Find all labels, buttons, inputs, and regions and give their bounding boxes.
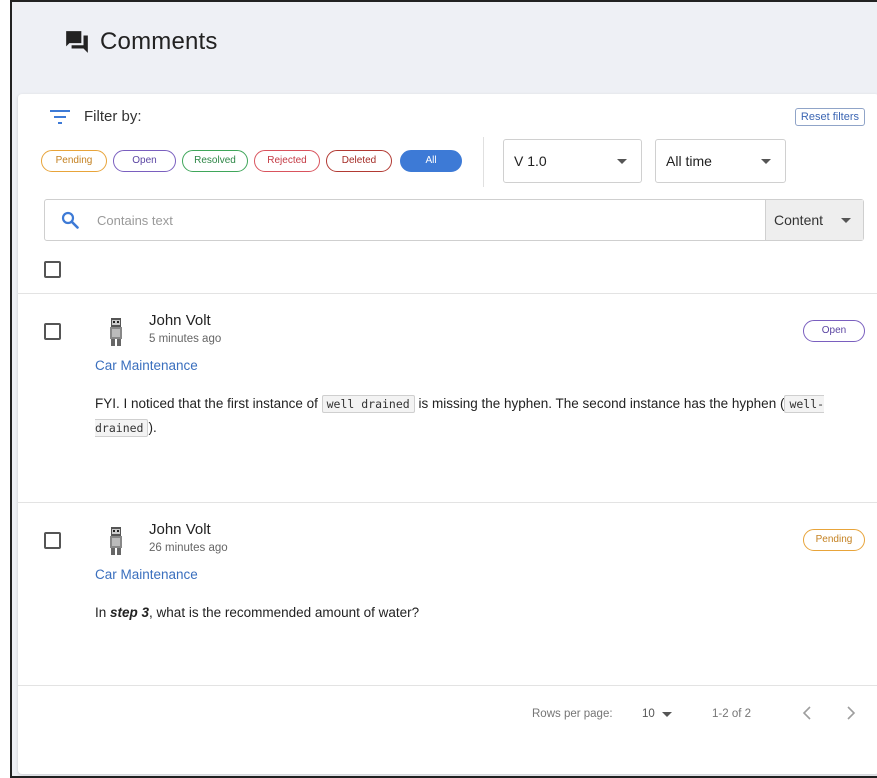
comment-body: FYI. I noticed that the first instance o…: [95, 392, 865, 440]
code-snippet: well drained: [321, 395, 415, 413]
chevron-down-icon[interactable]: [662, 712, 672, 717]
rows-per-page-label: Rows per page:: [532, 708, 613, 720]
chevron-right-icon[interactable]: [845, 704, 857, 722]
timespan-select[interactable]: All time: [655, 139, 786, 183]
comment-timestamp: 26 minutes ago: [149, 542, 228, 554]
search-input[interactable]: [97, 200, 737, 240]
search-bar: Content: [44, 199, 864, 241]
filter-label: Filter by:: [84, 108, 142, 125]
page-header: Comments: [12, 2, 877, 92]
status-badge: Open: [803, 320, 865, 342]
search-icon: [61, 211, 79, 229]
version-select[interactable]: V 1.0: [503, 139, 642, 183]
chip-all[interactable]: All: [400, 150, 462, 172]
chip-rejected[interactable]: Rejected: [254, 150, 320, 172]
comment-item: John Volt 5 minutes ago Car Maintenance …: [18, 294, 877, 501]
chevron-left-icon[interactable]: [801, 704, 813, 722]
chevron-down-icon: [617, 159, 627, 164]
comment-text: , what is the recommended amount of wate…: [149, 605, 420, 620]
divider: [18, 685, 877, 686]
rows-per-page-select[interactable]: 10: [642, 708, 655, 720]
status-filter-chips: Pending Open Resolved Rejected Deleted A…: [41, 150, 462, 172]
timespan-value: All time: [666, 153, 712, 169]
comment-timestamp: 5 minutes ago: [149, 333, 222, 345]
comment-body: In step 3, what is the recommended amoun…: [95, 601, 865, 625]
chevron-down-icon: [841, 218, 851, 223]
comment-text: is missing the hyphen. The second instan…: [414, 396, 785, 411]
filter-header: Filter by:: [50, 108, 142, 125]
comment-document-link[interactable]: Car Maintenance: [95, 358, 198, 373]
filter-divider: [483, 137, 484, 187]
reset-filters-button[interactable]: Reset filters: [794, 108, 865, 126]
page-title: Comments: [100, 28, 218, 55]
comment-text: ).: [148, 420, 157, 435]
comment-item: John Volt 26 minutes ago Car Maintenance…: [18, 503, 877, 710]
comment-text: FYI. I noticed that the first instance o…: [95, 396, 322, 411]
comments-panel: Comments Filter by: Reset filters Pendin…: [10, 0, 877, 778]
pagination: Rows per page: 10 1-2 of 2: [18, 688, 877, 738]
search-scope-value: Content: [774, 212, 824, 228]
comments-card: Filter by: Reset filters Pending Open Re…: [18, 94, 877, 774]
avatar: [110, 527, 122, 555]
select-all-checkbox[interactable]: [44, 261, 61, 278]
avatar: [110, 318, 122, 346]
page-range: 1-2 of 2: [712, 708, 751, 720]
chip-deleted[interactable]: Deleted: [326, 150, 392, 172]
comment-checkbox[interactable]: [44, 532, 61, 549]
chip-pending[interactable]: Pending: [41, 150, 107, 172]
version-value: V 1.0: [514, 153, 547, 169]
chip-open[interactable]: Open: [113, 150, 176, 172]
filter-icon: [50, 109, 70, 124]
comment-author: John Volt: [149, 521, 211, 538]
comment-document-link[interactable]: Car Maintenance: [95, 567, 198, 582]
search-scope-select[interactable]: Content: [765, 200, 863, 240]
comments-icon: [66, 31, 88, 53]
comment-author: John Volt: [149, 312, 211, 329]
chip-resolved[interactable]: Resolved: [182, 150, 248, 172]
status-badge: Pending: [803, 529, 865, 551]
comment-checkbox[interactable]: [44, 323, 61, 340]
emphasized-text: step 3: [110, 605, 150, 620]
chevron-down-icon: [761, 159, 771, 164]
comment-text: In: [95, 605, 111, 620]
